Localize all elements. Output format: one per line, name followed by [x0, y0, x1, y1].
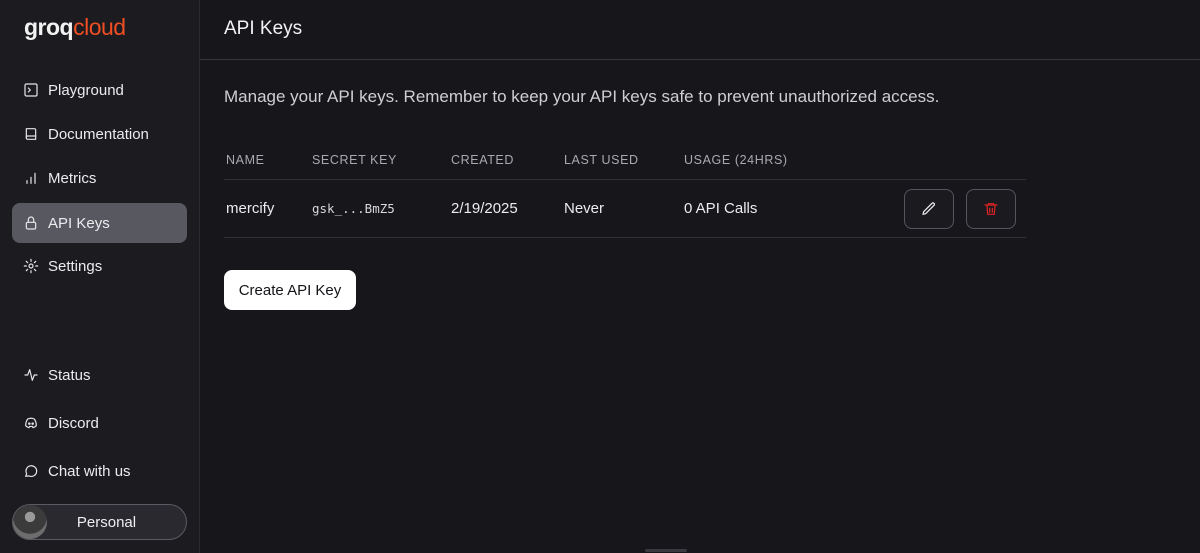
pencil-icon: [922, 201, 935, 215]
header-bar: API Keys: [200, 0, 1200, 60]
lock-icon: [22, 214, 40, 232]
create-api-key-button[interactable]: Create API Key: [224, 270, 356, 310]
sidebar-item-label: Settings: [48, 257, 103, 275]
column-header-last-used: LAST USED: [564, 152, 639, 167]
table-header: NAME SECRET KEY CREATED LAST USED USAGE …: [224, 140, 1026, 180]
activity-icon: [22, 366, 40, 384]
workspace-label: Personal: [76, 513, 137, 531]
sidebar-item-discord[interactable]: Discord: [12, 403, 187, 443]
sidebar-item-label: Chat with us: [48, 462, 131, 480]
logo-groq-text: groq: [24, 14, 74, 40]
sidebar-item-label: Discord: [48, 414, 99, 432]
app-window: groq cloud Playground Documentation Metri…: [0, 0, 1200, 553]
column-header-created: CREATED: [451, 152, 515, 167]
sidebar-item-api-keys[interactable]: API Keys: [12, 203, 187, 243]
sidebar-item-chat[interactable]: Chat with us: [12, 451, 187, 491]
avatar: [13, 505, 47, 539]
key-created: 2/19/2025: [451, 200, 518, 217]
page-title: API Keys: [224, 18, 303, 39]
book-icon: [22, 125, 40, 143]
column-header-secret-key: SECRET KEY: [312, 152, 397, 167]
groqcloud-logo[interactable]: groq cloud: [24, 14, 126, 41]
delete-key-button[interactable]: [966, 188, 1016, 229]
sidebar-item-label: Playground: [48, 81, 124, 99]
sidebar-item-label: API Keys: [48, 214, 110, 232]
scrollbar[interactable]: [645, 549, 687, 552]
sidebar-item-label: Status: [48, 366, 91, 384]
chat-icon: [22, 462, 40, 480]
main-content: API Keys Manage your API keys. Remember …: [200, 0, 1200, 553]
row-actions: [884, 188, 1026, 229]
sidebar-item-metrics[interactable]: Metrics: [12, 158, 187, 198]
sidebar-item-playground[interactable]: Playground: [12, 70, 187, 110]
sidebar-item-settings[interactable]: Settings: [12, 246, 187, 286]
sidebar-item-label: Metrics: [48, 169, 97, 187]
key-name: mercify: [226, 200, 275, 217]
bar-chart-icon: [22, 169, 40, 187]
column-header-usage: USAGE (24HRS): [684, 152, 788, 167]
logo-cloud-text: cloud: [73, 14, 126, 40]
key-secret: gsk_...BmZ5: [312, 201, 395, 216]
sidebar-item-status[interactable]: Status: [12, 355, 187, 395]
edit-key-button[interactable]: [904, 188, 954, 229]
sidebar: groq cloud Playground Documentation Metri…: [0, 0, 200, 553]
table-row: mercify gsk_...BmZ5 2/19/2025 Never 0 AP…: [224, 180, 1026, 238]
key-usage: 0 API Calls: [684, 200, 758, 217]
api-keys-table: NAME SECRET KEY CREATED LAST USED USAGE …: [224, 140, 1026, 238]
gear-icon: [22, 257, 40, 275]
column-header-name: NAME: [226, 152, 265, 167]
page-description: Manage your API keys. Remember to keep y…: [224, 87, 940, 106]
sidebar-item-documentation[interactable]: Documentation: [12, 114, 187, 154]
sidebar-item-label: Documentation: [48, 125, 149, 143]
discord-icon: [22, 414, 40, 432]
terminal-icon: [22, 81, 40, 99]
trash-icon: [984, 202, 998, 215]
key-last-used: Never: [564, 200, 605, 217]
workspace-switcher[interactable]: Personal: [12, 504, 187, 540]
